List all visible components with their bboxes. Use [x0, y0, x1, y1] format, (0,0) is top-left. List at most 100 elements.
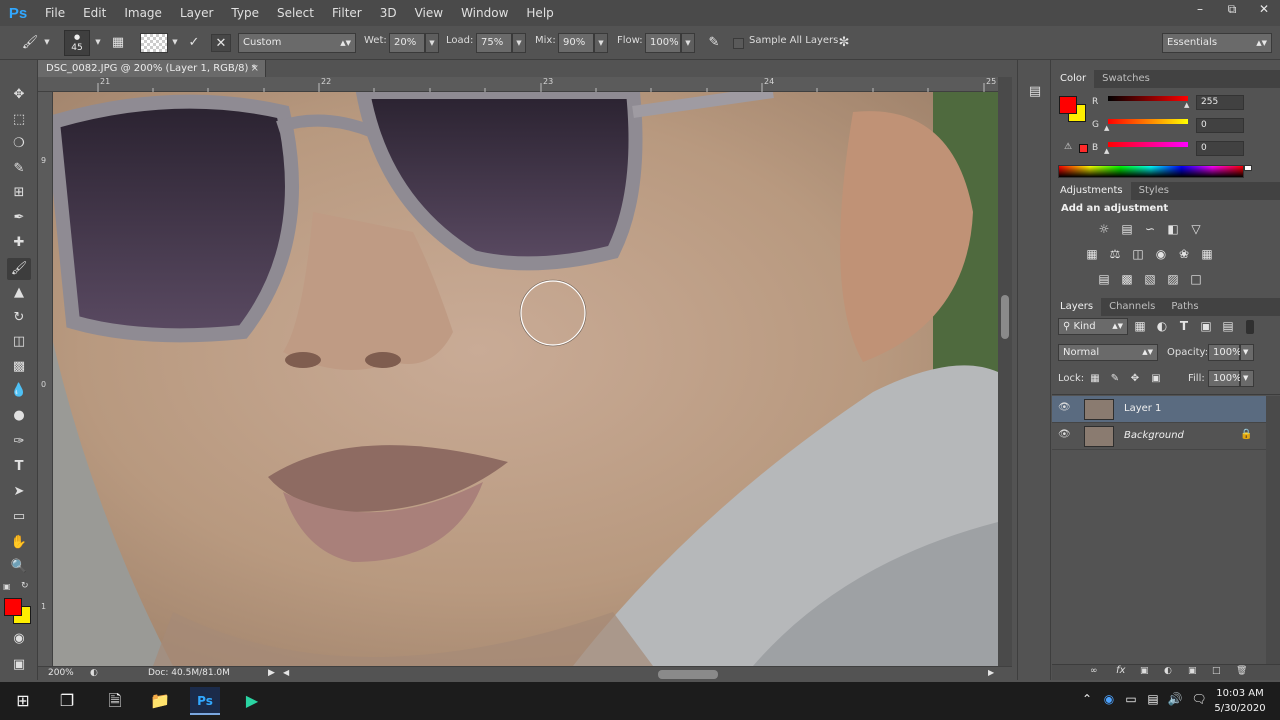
wet-input[interactable]: 20%: [389, 33, 425, 53]
channel-b-slider[interactable]: [1108, 142, 1188, 147]
mixer-brush-tool-icon[interactable]: 🖌: [7, 258, 31, 280]
posterize-icon[interactable]: ▩: [1117, 270, 1137, 288]
hue-saturation-icon[interactable]: ▦: [1082, 245, 1102, 263]
pressure-size-icon[interactable]: ✼: [834, 34, 854, 52]
channel-g-slider[interactable]: [1108, 119, 1188, 124]
video-app-icon[interactable]: ▶: [237, 687, 267, 715]
mix-input[interactable]: 90%: [558, 33, 594, 53]
filter-toggle-switch[interactable]: [1246, 320, 1254, 334]
network-icon[interactable]: ▤: [1144, 692, 1162, 706]
visibility-eye-icon[interactable]: 👁: [1058, 402, 1072, 413]
filter-adjustment-icon[interactable]: ◐: [1152, 317, 1172, 335]
clone-stamp-tool-icon[interactable]: ▲: [7, 282, 31, 304]
history-brush-tool-icon[interactable]: ↻: [7, 307, 31, 329]
threshold-icon[interactable]: ▧: [1140, 270, 1160, 288]
path-selection-tool-icon[interactable]: ➤: [7, 481, 31, 503]
load-input[interactable]: 75%: [476, 33, 512, 53]
swap-colors-icon[interactable]: ↻: [21, 581, 31, 591]
pen-tool-icon[interactable]: ✑: [7, 431, 31, 453]
gradient-map-icon[interactable]: ▨: [1163, 270, 1183, 288]
brush-preset-dropdown[interactable]: ▼: [91, 33, 105, 53]
color-spectrum-bar[interactable]: [1058, 165, 1244, 178]
channel-g-input[interactable]: 0: [1196, 118, 1244, 133]
opacity-input[interactable]: 100%: [1208, 344, 1242, 361]
visibility-eye-icon[interactable]: 👁: [1058, 429, 1072, 440]
blur-tool-icon[interactable]: 💧: [7, 380, 31, 402]
notifications-icon[interactable]: 🗨: [1190, 692, 1208, 706]
eraser-tool-icon[interactable]: ◫: [7, 331, 31, 353]
quick-mask-icon[interactable]: ◉: [7, 628, 31, 650]
eyedropper-tool-icon[interactable]: ✒: [7, 207, 31, 229]
lasso-tool-icon[interactable]: ❍: [7, 133, 31, 155]
load-brush-icon[interactable]: ✓: [184, 34, 204, 52]
taskbar-clock[interactable]: 10:03 AM 5/30/2020: [1210, 686, 1270, 716]
hand-tool-icon[interactable]: ✋: [7, 532, 31, 554]
type-tool-icon[interactable]: T: [7, 456, 31, 478]
photoshop-taskbar-icon[interactable]: Ps: [190, 687, 220, 715]
volume-icon[interactable]: 🔊: [1166, 692, 1184, 706]
filter-shape-icon[interactable]: ▣: [1196, 317, 1216, 335]
brush-preset-picker[interactable]: ● 45: [64, 30, 90, 56]
layer-mask-icon[interactable]: ▣: [1140, 666, 1149, 676]
document-app-icon[interactable]: 🗎: [100, 687, 130, 715]
slider-handle-icon[interactable]: ▲: [1104, 148, 1112, 155]
dodge-tool-icon[interactable]: ●: [7, 405, 31, 427]
selective-color-icon[interactable]: □: [1186, 270, 1206, 288]
battery-icon[interactable]: ▭: [1122, 692, 1140, 706]
exposure-icon[interactable]: ◧: [1163, 220, 1183, 238]
levels-icon[interactable]: ▤: [1117, 220, 1137, 238]
photo-filter-icon[interactable]: ◉: [1151, 245, 1171, 263]
default-colors-icon[interactable]: ▣: [3, 582, 13, 591]
adjustment-layer-icon[interactable]: ◐: [1164, 666, 1172, 676]
rectangle-tool-icon[interactable]: ▭: [7, 506, 31, 528]
load-dropdown[interactable]: ▼: [512, 33, 526, 53]
document-canvas[interactable]: [53, 92, 998, 666]
fill-dropdown[interactable]: ▼: [1240, 370, 1254, 387]
current-brush-load-swatch[interactable]: [140, 33, 168, 53]
status-menu-arrow-icon[interactable]: ▶: [268, 668, 275, 678]
black-white-icon[interactable]: ◫: [1128, 245, 1148, 263]
new-layer-icon[interactable]: □: [1212, 666, 1221, 676]
tray-chevron-icon[interactable]: ⌃: [1078, 692, 1096, 706]
menu-window[interactable]: Window: [452, 0, 517, 26]
marquee-tool-icon[interactable]: ⬚: [7, 109, 31, 131]
channel-r-input[interactable]: 255: [1196, 95, 1244, 110]
lock-position-icon[interactable]: ✥: [1125, 370, 1145, 388]
menu-file[interactable]: File: [36, 0, 74, 26]
tab-color[interactable]: Color: [1052, 70, 1095, 88]
filter-pixel-icon[interactable]: ▦: [1130, 317, 1150, 335]
layer-filter-select[interactable]: ⚲ Kind ▲▼: [1058, 318, 1128, 335]
menu-type[interactable]: Type: [222, 0, 268, 26]
brush-panel-icon[interactable]: ▦: [108, 34, 128, 52]
layers-scrollbar[interactable]: [1266, 396, 1280, 666]
layer-row-layer-1[interactable]: 👁 Layer 1: [1052, 396, 1266, 423]
brightness-icon[interactable]: ☼: [1094, 220, 1114, 238]
vibrance-icon[interactable]: ▽: [1186, 220, 1206, 238]
gamut-color-swatch[interactable]: [1079, 144, 1088, 153]
channel-mixer-icon[interactable]: ❀: [1174, 245, 1194, 263]
tab-swatches[interactable]: Swatches: [1094, 70, 1158, 88]
quick-selection-tool-icon[interactable]: ✎: [7, 158, 31, 180]
sample-all-layers-checkbox[interactable]: [733, 38, 744, 49]
color-balance-icon[interactable]: ⚖: [1105, 245, 1125, 263]
blend-mode-select[interactable]: Normal ▲▼: [1058, 344, 1158, 361]
opacity-dropdown[interactable]: ▼: [1240, 344, 1254, 361]
delete-layer-icon[interactable]: 🗑: [1236, 666, 1247, 676]
task-view-icon[interactable]: ❐: [52, 687, 82, 715]
menu-edit[interactable]: Edit: [74, 0, 115, 26]
color-lookup-icon[interactable]: ▦: [1197, 245, 1217, 263]
lock-all-icon[interactable]: ▣: [1146, 370, 1166, 388]
screen-mode-icon[interactable]: ▣: [7, 654, 31, 676]
layer-row-background[interactable]: 👁 Background 🔒: [1052, 423, 1266, 450]
menu-help[interactable]: Help: [517, 0, 562, 26]
menu-select[interactable]: Select: [268, 0, 323, 26]
tab-layers[interactable]: Layers: [1052, 298, 1102, 316]
lock-transparent-icon[interactable]: ▦: [1085, 370, 1105, 388]
link-layers-icon[interactable]: ∞: [1090, 666, 1098, 676]
channel-b-input[interactable]: 0: [1196, 141, 1244, 156]
tray-app-icon[interactable]: ◉: [1100, 692, 1118, 706]
tab-channels[interactable]: Channels: [1101, 298, 1163, 316]
vertical-scroll-thumb[interactable]: [1001, 295, 1009, 339]
zoom-tool-icon[interactable]: 🔍: [7, 556, 31, 578]
document-tab[interactable]: DSC_0082.JPG @ 200% (Layer 1, RGB/8) * ×: [38, 60, 266, 77]
